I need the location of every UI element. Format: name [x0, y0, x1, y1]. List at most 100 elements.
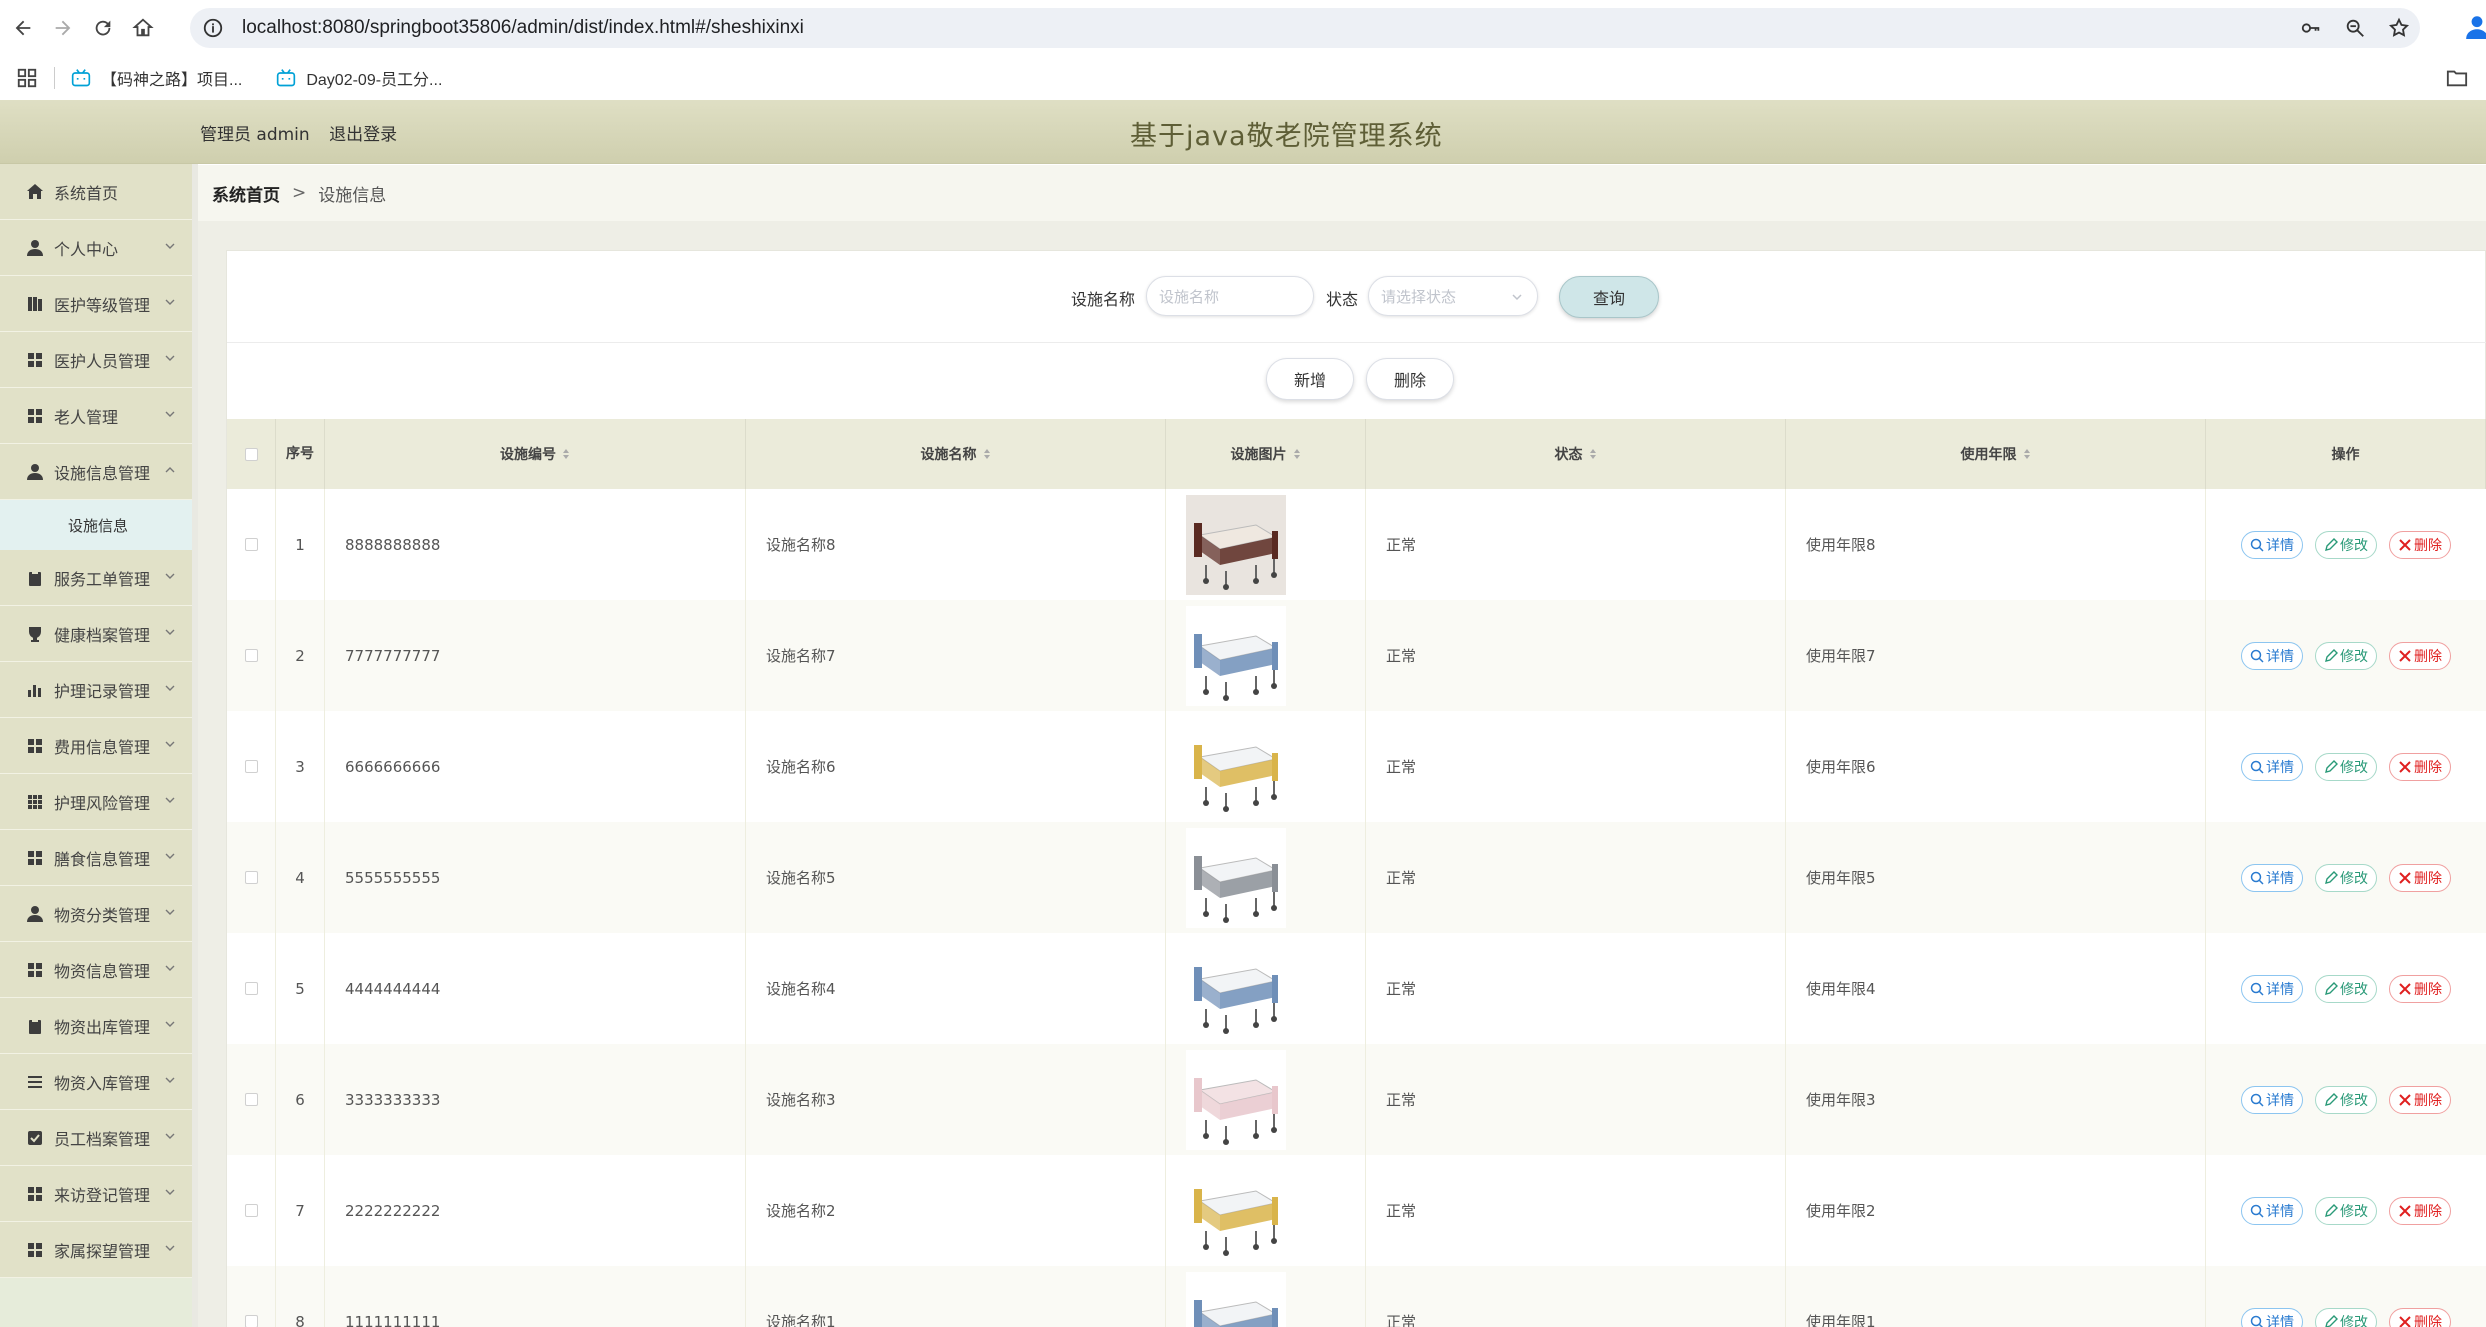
- delete-button[interactable]: 删除: [2389, 1307, 2451, 1327]
- detail-button[interactable]: 详情: [2241, 863, 2303, 892]
- folder-icon[interactable]: [2446, 67, 2468, 89]
- edit-label: 修改: [2340, 759, 2368, 776]
- sidebar-item[interactable]: 员工档案管理: [0, 1110, 192, 1166]
- detail-button[interactable]: 详情: [2241, 530, 2303, 559]
- header-name[interactable]: 设施名称: [746, 419, 1166, 489]
- header-user-area: 管理员 admin 退出登录: [200, 120, 411, 145]
- password-key-icon[interactable]: [2300, 17, 2322, 39]
- address-bar[interactable]: localhost:8080/springboot35806/admin/dis…: [190, 8, 2420, 48]
- detail-button[interactable]: 详情: [2241, 1307, 2303, 1327]
- sidebar-item[interactable]: 膳食信息管理: [0, 830, 192, 886]
- url-text[interactable]: localhost:8080/springboot35806/admin/dis…: [242, 17, 804, 39]
- sidebar-item[interactable]: 费用信息管理: [0, 718, 192, 774]
- facility-image[interactable]: [1186, 938, 1286, 1039]
- site-info-icon[interactable]: [202, 17, 224, 39]
- sidebar-item[interactable]: 系统首页: [0, 164, 192, 220]
- sidebar-subitem-facility-info[interactable]: 设施信息: [0, 500, 192, 550]
- delete-button[interactable]: 删除: [2389, 641, 2451, 670]
- sidebar-item[interactable]: 护理记录管理: [0, 662, 192, 718]
- edit-button[interactable]: 修改: [2315, 530, 2377, 559]
- row-checkbox[interactable]: [244, 649, 258, 662]
- delete-button[interactable]: 删除: [2389, 1196, 2451, 1225]
- row-checkbox[interactable]: [244, 538, 258, 551]
- edit-button[interactable]: 修改: [2315, 974, 2377, 1003]
- delete-button[interactable]: 删除: [2389, 1085, 2451, 1114]
- detail-button[interactable]: 详情: [2241, 974, 2303, 1003]
- facility-image[interactable]: [1186, 1049, 1286, 1150]
- logout-link[interactable]: 退出登录: [329, 125, 397, 145]
- sidebar-item[interactable]: 设施信息管理: [0, 444, 192, 500]
- select-all-checkbox[interactable]: [244, 447, 258, 461]
- sidebar-item-label: 老人管理: [54, 407, 119, 427]
- row-checkbox[interactable]: [244, 1204, 258, 1217]
- sidebar-item[interactable]: 个人中心: [0, 220, 192, 276]
- detail-button[interactable]: 详情: [2241, 1196, 2303, 1225]
- delete-button[interactable]: 删除: [2389, 974, 2451, 1003]
- edit-button[interactable]: 修改: [2315, 641, 2377, 670]
- bookmark-item[interactable]: Day02-09-员工分...: [276, 66, 442, 90]
- row-checkbox[interactable]: [244, 871, 258, 884]
- facility-image[interactable]: [1186, 1271, 1286, 1327]
- sidebar-item[interactable]: 医护等级管理: [0, 276, 192, 332]
- forward-icon[interactable]: [46, 11, 80, 45]
- detail-button[interactable]: 详情: [2241, 1085, 2303, 1114]
- bookmark-item[interactable]: 【码神之路】项目...: [71, 66, 242, 90]
- name-header-label: 设施名称: [920, 447, 977, 463]
- facility-name-input[interactable]: 设施名称: [1146, 276, 1314, 316]
- facility-image[interactable]: [1186, 494, 1286, 595]
- edit-button[interactable]: 修改: [2315, 752, 2377, 781]
- sidebar-item[interactable]: 护理风险管理: [0, 774, 192, 830]
- edit-button[interactable]: 修改: [2315, 1196, 2377, 1225]
- delete-button[interactable]: 删除: [2389, 752, 2451, 781]
- add-button[interactable]: 新增: [1266, 358, 1354, 400]
- row-checkbox[interactable]: [244, 1093, 258, 1106]
- sort-icon[interactable]: [983, 448, 991, 460]
- row-checkbox[interactable]: [244, 982, 258, 995]
- detail-button[interactable]: 详情: [2241, 752, 2303, 781]
- back-icon[interactable]: [6, 11, 40, 45]
- sidebar-item[interactable]: 物资分类管理: [0, 886, 192, 942]
- delete-button[interactable]: 删除: [2389, 530, 2451, 559]
- row-checkbox[interactable]: [244, 760, 258, 773]
- detail-button[interactable]: 详情: [2241, 641, 2303, 670]
- profile-icon[interactable]: [2464, 12, 2486, 40]
- header-status[interactable]: 状态: [1366, 419, 1786, 489]
- delete-button[interactable]: 删除: [2389, 863, 2451, 892]
- sort-icon[interactable]: [562, 448, 570, 460]
- facility-image[interactable]: [1186, 1160, 1286, 1261]
- sidebar-item[interactable]: 来访登记管理: [0, 1166, 192, 1222]
- grid-icon: [28, 962, 42, 977]
- sidebar-item[interactable]: 服务工单管理: [0, 550, 192, 606]
- header-image[interactable]: 设施图片: [1166, 419, 1366, 489]
- sidebar-item[interactable]: 家属探望管理: [0, 1222, 192, 1278]
- facility-image[interactable]: [1186, 827, 1286, 928]
- reload-icon[interactable]: [86, 11, 120, 45]
- sidebar-item[interactable]: 医护人员管理: [0, 332, 192, 388]
- sidebar-item[interactable]: 物资出库管理: [0, 998, 192, 1054]
- sidebar-item[interactable]: 物资入库管理: [0, 1054, 192, 1110]
- edit-button[interactable]: 修改: [2315, 863, 2377, 892]
- sidebar-item[interactable]: 老人管理: [0, 388, 192, 444]
- bookmark-star-icon[interactable]: [2388, 17, 2410, 39]
- home-page-icon[interactable]: [126, 11, 160, 45]
- facility-image[interactable]: [1186, 605, 1286, 706]
- row-checkbox[interactable]: [244, 1315, 258, 1327]
- edit-button[interactable]: 修改: [2315, 1307, 2377, 1327]
- status-select[interactable]: 请选择状态: [1368, 276, 1538, 316]
- breadcrumb-home[interactable]: 系统首页: [212, 181, 280, 206]
- facility-image[interactable]: [1186, 716, 1286, 817]
- sort-icon[interactable]: [2023, 448, 2031, 460]
- sidebar-item[interactable]: 物资信息管理: [0, 942, 192, 998]
- sidebar-item[interactable]: 健康档案管理: [0, 606, 192, 662]
- header-code[interactable]: 设施编号: [325, 419, 746, 489]
- sort-icon[interactable]: [1293, 448, 1301, 460]
- zoom-icon[interactable]: [2344, 17, 2366, 39]
- query-button[interactable]: 查询: [1559, 276, 1659, 318]
- header-years[interactable]: 使用年限: [1786, 419, 2206, 489]
- facility-status: 正常: [1366, 1044, 1786, 1155]
- batch-delete-button[interactable]: 删除: [1366, 358, 1454, 400]
- sort-icon[interactable]: [1589, 448, 1597, 460]
- detail-label: 详情: [2266, 759, 2294, 776]
- edit-button[interactable]: 修改: [2315, 1085, 2377, 1114]
- apps-grid-icon[interactable]: [16, 67, 38, 89]
